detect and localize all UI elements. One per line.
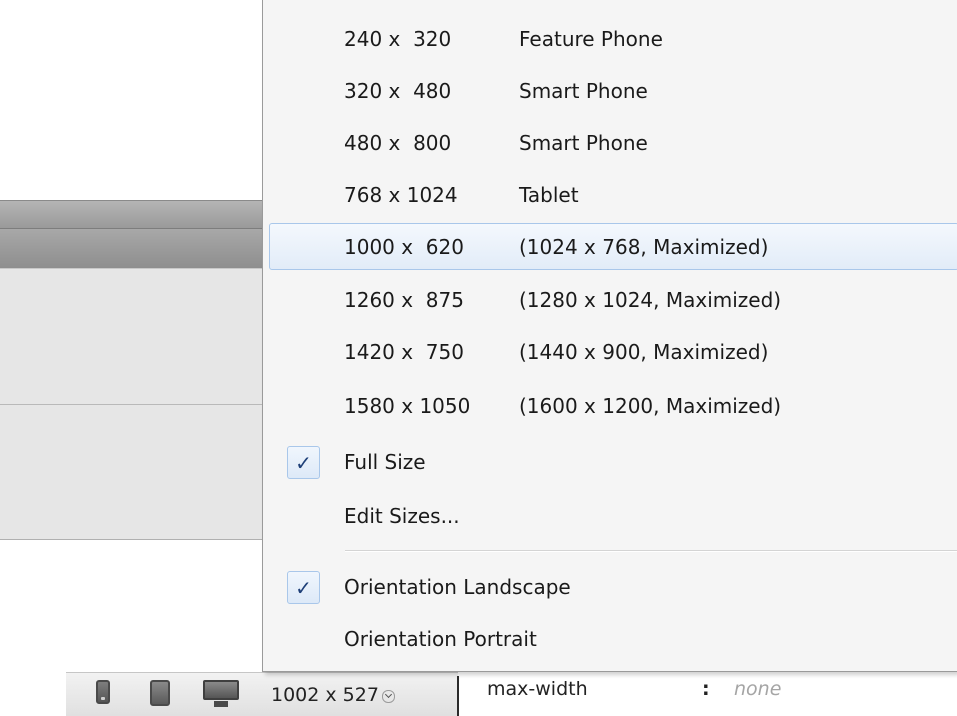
size-dimensions: 1000 x 620 <box>344 235 464 259</box>
menu-item-size-1000x620[interactable]: 1000 x 620 (1024 x 768, Maximized) <box>263 221 957 273</box>
menu-item-size-1580x1050[interactable]: 1580 x 1050 (1600 x 1200, Maximized) <box>263 380 957 432</box>
phone-home-button <box>101 697 105 700</box>
mobile-phone-icon[interactable] <box>96 680 110 704</box>
menu-item-size-480x800[interactable]: 480 x 800 Smart Phone <box>263 117 957 169</box>
size-description: Smart Phone <box>519 131 648 155</box>
size-description: (1600 x 1200, Maximized) <box>519 394 782 418</box>
menu-item-size-240x320[interactable]: 240 x 320 Feature Phone <box>263 13 957 65</box>
css-property-name: max-width <box>487 678 588 700</box>
chevron-down-icon[interactable] <box>381 689 395 703</box>
size-dimensions: 1420 x 750 <box>344 340 464 364</box>
size-dimensions: 320 x 480 <box>344 79 452 103</box>
status-bar-window-size-area <box>66 672 458 716</box>
panel-tab-bar <box>0 228 262 268</box>
menu-item-orientation-landscape[interactable]: ✓ Orientation Landscape <box>263 561 957 613</box>
menu-item-label: Full Size <box>344 450 426 474</box>
size-description: (1024 x 768, Maximized) <box>519 235 769 259</box>
size-dimensions: 1580 x 1050 <box>344 394 471 418</box>
size-dimensions: 480 x 800 <box>344 131 452 155</box>
window-size-value: 1002 x 527 <box>271 684 379 706</box>
checkmark-icon: ✓ <box>287 446 320 479</box>
menu-item-label: Edit Sizes... <box>344 504 460 528</box>
size-dimensions: 768 x 1024 <box>344 183 458 207</box>
size-description: Smart Phone <box>519 79 648 103</box>
document-area-lower <box>0 540 262 672</box>
menu-separator-highlight <box>345 551 957 552</box>
menu-item-size-320x480[interactable]: 320 x 480 Smart Phone <box>263 65 957 117</box>
panel-header-bar <box>0 200 262 228</box>
menu-item-size-1420x750[interactable]: 1420 x 750 (1440 x 900, Maximized) <box>263 326 957 378</box>
menu-item-orientation-portrait[interactable]: Orientation Portrait <box>263 613 957 665</box>
css-property-colon: : <box>702 678 710 700</box>
size-description: Feature Phone <box>519 27 663 51</box>
status-bar-divider <box>457 676 459 716</box>
size-description: (1280 x 1024, Maximized) <box>519 288 782 312</box>
document-area <box>0 0 262 200</box>
size-description: Tablet <box>519 183 579 207</box>
menu-item-label: Orientation Landscape <box>344 575 571 599</box>
panel-section-lower <box>0 404 262 540</box>
menu-item-full-size[interactable]: ✓ Full Size <box>263 436 957 488</box>
menu-item-size-1260x875[interactable]: 1260 x 875 (1280 x 1024, Maximized) <box>263 274 957 326</box>
size-dimensions: 1260 x 875 <box>344 288 464 312</box>
menu-item-label: Orientation Portrait <box>344 627 537 651</box>
css-property-value[interactable]: none <box>734 678 781 700</box>
desktop-icon[interactable] <box>203 680 239 700</box>
desktop-stand <box>214 701 228 707</box>
menu-item-size-768x1024[interactable]: 768 x 1024 Tablet <box>263 169 957 221</box>
tablet-icon[interactable] <box>150 680 170 706</box>
window-size-dropdown[interactable]: 1002 x 527 <box>271 681 395 709</box>
size-description: (1440 x 900, Maximized) <box>519 340 769 364</box>
size-dimensions: 240 x 320 <box>344 27 452 51</box>
checkmark-icon: ✓ <box>287 571 320 604</box>
window-size-menu: 240 x 320 Feature Phone 320 x 480 Smart … <box>262 0 957 672</box>
panel-section-upper <box>0 268 262 404</box>
menu-item-edit-sizes[interactable]: Edit Sizes... <box>263 490 957 542</box>
